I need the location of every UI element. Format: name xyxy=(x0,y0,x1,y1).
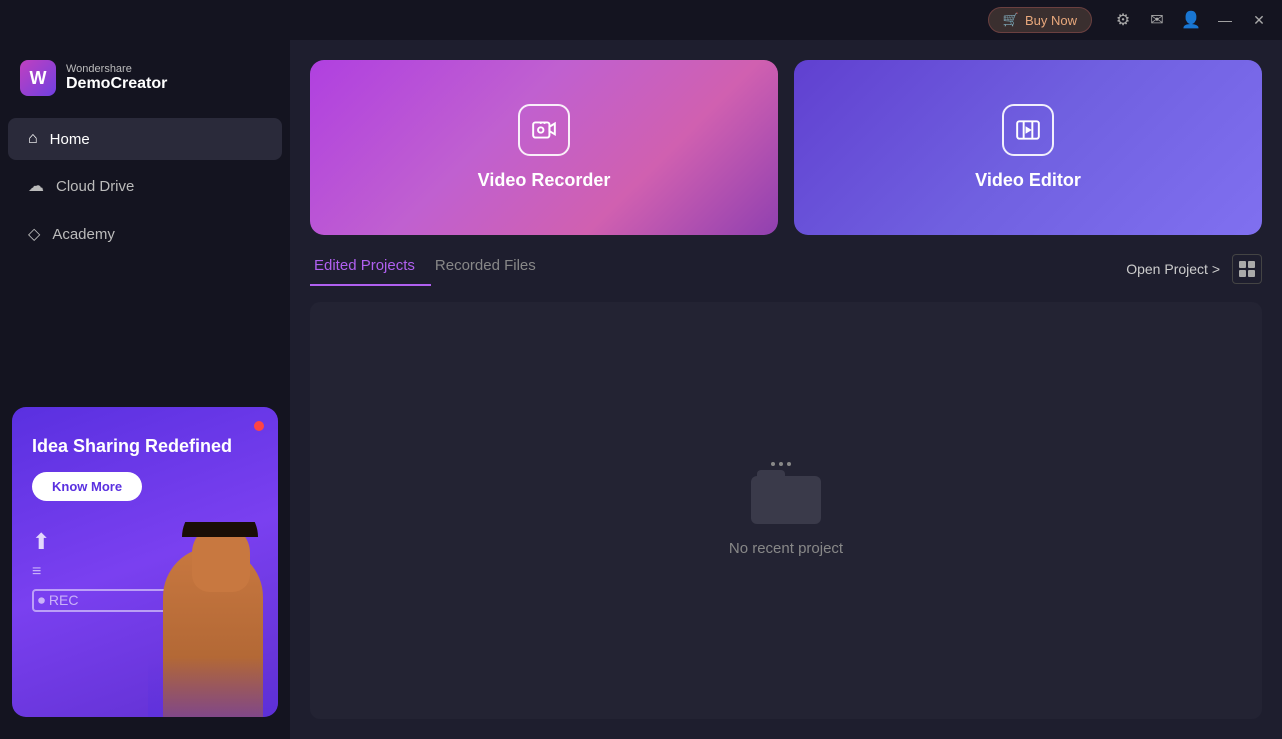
cart-icon: 🛒 xyxy=(1003,12,1019,28)
hero-cards-container: Video Recorder Video Editor xyxy=(310,60,1262,235)
user-icon[interactable]: 👤 xyxy=(1176,5,1206,35)
know-more-button[interactable]: Know More xyxy=(32,472,142,501)
sidebar-item-cloud-drive[interactable]: ☁ Cloud Drive xyxy=(8,164,282,208)
tab-edited-projects[interactable]: Edited Projects xyxy=(310,251,431,286)
promo-gradient-overlay xyxy=(148,657,278,717)
cloud-icon: ☁ xyxy=(28,176,44,196)
content-area: Video Recorder Video Editor E xyxy=(290,40,1282,739)
promo-card[interactable]: Idea Sharing Redefined Know More ⬆ ≡ ⏺ R… xyxy=(12,407,278,717)
tabs-nav: Edited Projects Recorded Files xyxy=(310,251,552,286)
logo-text: Wondershare DemoCreator xyxy=(66,63,167,93)
buy-now-label: Buy Now xyxy=(1025,13,1077,28)
academy-icon: ◇ xyxy=(28,224,40,244)
minimize-button[interactable]: — xyxy=(1210,5,1240,35)
folder-dots xyxy=(771,462,791,466)
editor-icon xyxy=(1002,104,1054,156)
empty-state-area: No recent project xyxy=(310,302,1262,719)
product-name: DemoCreator xyxy=(66,75,167,93)
recorder-label: Video Recorder xyxy=(478,170,611,191)
editor-label: Video Editor xyxy=(975,170,1081,191)
empty-folder-icon xyxy=(751,464,821,524)
promo-person-illustration xyxy=(148,522,278,717)
dot-3 xyxy=(787,462,791,466)
sidebar-item-home[interactable]: ⌂ Home xyxy=(8,118,282,160)
sidebar-item-academy[interactable]: ◇ Academy xyxy=(8,212,282,256)
buy-now-button[interactable]: 🛒 Buy Now xyxy=(988,7,1092,33)
brand-name: Wondershare xyxy=(66,63,167,75)
folder-body xyxy=(751,476,821,524)
academy-label: Academy xyxy=(52,226,115,243)
app-logo: W xyxy=(20,60,56,96)
home-label: Home xyxy=(50,131,90,148)
dot-1 xyxy=(771,462,775,466)
dot-2 xyxy=(779,462,783,466)
close-button[interactable]: ✕ xyxy=(1244,5,1274,35)
tab-recorded-files[interactable]: Recorded Files xyxy=(431,251,552,286)
open-project-link[interactable]: Open Project > xyxy=(1126,261,1220,277)
cloud-drive-label: Cloud Drive xyxy=(56,178,134,195)
tabs-header: Edited Projects Recorded Files Open Proj… xyxy=(310,251,1262,286)
empty-message: No recent project xyxy=(729,540,843,557)
tabs-actions: Open Project > xyxy=(1126,254,1262,284)
grid-view-button[interactable] xyxy=(1232,254,1262,284)
promo-content: Idea Sharing Redefined Know More xyxy=(12,407,278,521)
settings-icon[interactable]: ⚙ xyxy=(1108,5,1138,35)
recorder-icon xyxy=(518,104,570,156)
main-layout: W Wondershare DemoCreator ⌂ Home ☁ Cloud… xyxy=(0,40,1282,739)
title-bar: 🛒 Buy Now ⚙ ✉ 👤 — ✕ xyxy=(0,0,1282,40)
video-editor-card[interactable]: Video Editor xyxy=(794,60,1262,235)
home-icon: ⌂ xyxy=(28,130,38,148)
video-recorder-card[interactable]: Video Recorder xyxy=(310,60,778,235)
mail-icon[interactable]: ✉ xyxy=(1142,5,1172,35)
promo-title: Idea Sharing Redefined xyxy=(32,435,258,458)
person-hair xyxy=(182,522,258,537)
sidebar: W Wondershare DemoCreator ⌂ Home ☁ Cloud… xyxy=(0,40,290,739)
logo-area: W Wondershare DemoCreator xyxy=(0,50,290,116)
